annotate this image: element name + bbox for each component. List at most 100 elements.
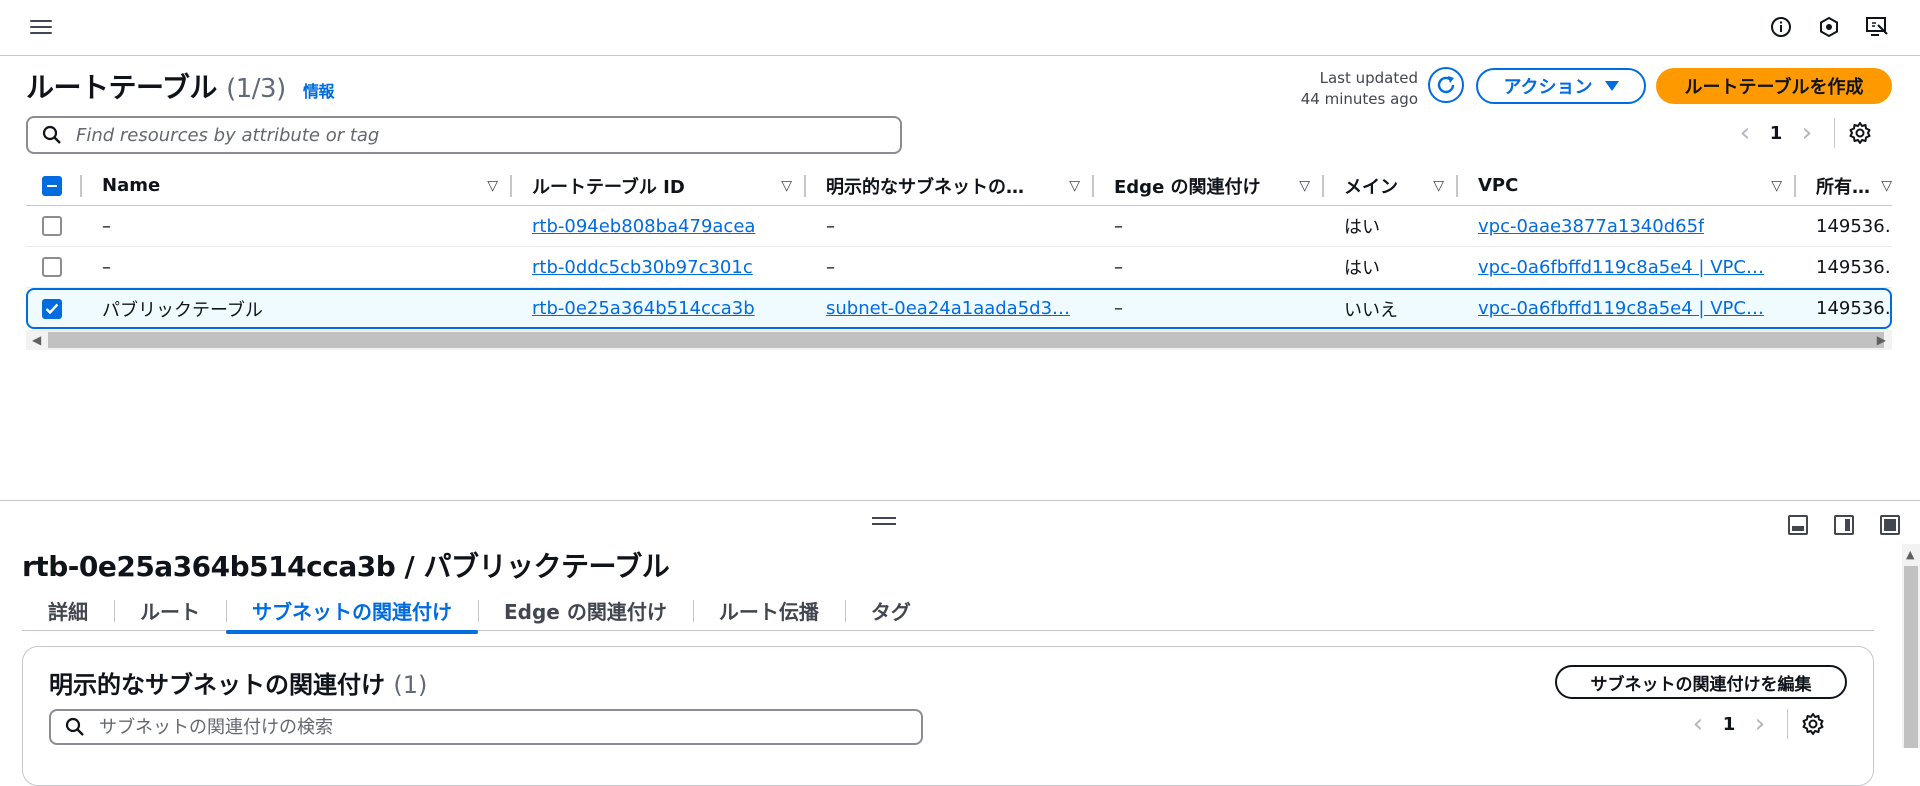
vpc-link[interactable]: vpc-0a6fbffd119c8a5e4 | VPC… [1478, 257, 1778, 278]
route-table-id-cell: rtb-094eb808ba479acea [508, 206, 798, 246]
tab-routes[interactable]: ルート [114, 589, 226, 631]
column-header-label: ルートテーブル ID [532, 176, 685, 198]
tab-subnet-associations[interactable]: サブネットの関連付け [226, 589, 478, 634]
row-checkbox[interactable] [42, 216, 62, 236]
column-header-explicit-subnet[interactable]: 明示的なサブネットの… ▽ [804, 166, 1094, 205]
edge-cell: – [1092, 290, 1316, 327]
sort-caret-icon: ▽ [1771, 177, 1782, 194]
route-table-id-link[interactable]: rtb-0e25a364b514cca3b [532, 298, 755, 319]
main-value: はい [1344, 217, 1380, 238]
route-tables-table: Name ▽ ルートテーブル ID ▽ 明示的なサブネットの… ▽ Edge の… [26, 166, 1892, 329]
column-header-label: 所有… [1816, 176, 1870, 198]
scroll-up-icon[interactable]: ▲ [1906, 548, 1914, 561]
vertical-scrollbar[interactable]: ▲ [1902, 544, 1920, 748]
previous-page-icon[interactable]: ‹ [1683, 709, 1713, 739]
name-cell: – [102, 256, 111, 278]
panel-side-icon[interactable] [1834, 515, 1854, 535]
refresh-icon [1437, 76, 1455, 94]
subnet-cell: subnet-0ea24a1aada5d3… [804, 290, 1086, 327]
subnet-value: – [826, 215, 835, 237]
panel-maximize-icon[interactable] [1880, 515, 1900, 535]
route-table-id-cell: rtb-0e25a364b514cca3b [508, 290, 798, 327]
row-checkbox-checked[interactable] [42, 298, 62, 319]
tab-edge-associations[interactable]: Edge の関連付け [478, 589, 693, 631]
scroll-right-icon[interactable]: ▶ [1877, 333, 1886, 347]
last-updated: Last updated 44 minutes ago [1296, 68, 1418, 110]
table-pagination: ‹ 1 › [1730, 118, 1873, 148]
menu-icon[interactable] [28, 16, 54, 40]
subnet-cell: – [804, 206, 1084, 246]
page-title: ルートテーブル (1/3) 情報 [26, 66, 334, 106]
next-page-icon[interactable]: › [1745, 709, 1775, 739]
sort-caret-icon: ▽ [1299, 177, 1310, 194]
main-cell: はい [1322, 206, 1450, 246]
detail-title: rtb-0e25a364b514cca3b / パブリックテーブル [22, 550, 670, 583]
owner-value: 149536… [1816, 298, 1890, 319]
row-select-cell [42, 247, 82, 287]
table-row[interactable]: – rtb-0ddc5cb30b97c301c – – はい vpc-0a6fb… [26, 247, 1892, 288]
column-header-name[interactable]: Name ▽ [102, 166, 512, 205]
horizontal-scrollbar-thumb[interactable] [48, 332, 1884, 348]
column-header-label: Edge の関連付け [1114, 176, 1261, 198]
row-select-cell [42, 206, 82, 246]
subnet-association-search-box [49, 709, 923, 745]
tab-route-propagation[interactable]: ルート伝播 [692, 589, 845, 631]
table-row[interactable]: – rtb-094eb808ba479acea – – はい vpc-0aae3… [26, 206, 1892, 247]
name-cell: – [102, 215, 111, 237]
table-preferences-gear-icon[interactable] [1847, 120, 1873, 146]
horizontal-scrollbar[interactable]: ◀ ▶ [26, 330, 1892, 350]
column-header-edge-association[interactable]: Edge の関連付け ▽ [1092, 166, 1324, 205]
refresh-button[interactable] [1428, 67, 1464, 103]
route-table-id-link[interactable]: rtb-094eb808ba479acea [532, 216, 755, 237]
column-header-main[interactable]: メイン ▽ [1322, 166, 1458, 205]
edit-subnet-associations-button[interactable]: サブネットの関連付けを編集 [1555, 665, 1847, 699]
info-icon[interactable] [1768, 14, 1794, 40]
last-updated-label: Last updated [1319, 69, 1418, 87]
actions-dropdown-button[interactable]: アクション [1476, 68, 1646, 104]
table-row-selected[interactable]: パブリックテーブル rtb-0e25a364b514cca3b subnet-0… [26, 288, 1892, 329]
tab-tags[interactable]: タグ [844, 589, 937, 631]
row-checkbox[interactable] [42, 257, 62, 277]
resize-handle-icon[interactable] [872, 517, 896, 529]
preferences-gear-icon[interactable] [1800, 711, 1826, 737]
column-header-label: 明示的なサブネットの… [826, 176, 1024, 198]
column-header-label: Name [102, 175, 161, 196]
next-page-icon[interactable]: › [1792, 118, 1822, 148]
current-page[interactable]: 1 [1713, 714, 1745, 735]
sort-caret-icon: ▽ [487, 177, 498, 194]
search-icon [65, 717, 84, 736]
edge-cell: – [1092, 247, 1316, 287]
panel-bottom-icon[interactable] [1788, 515, 1808, 535]
previous-page-icon[interactable]: ‹ [1730, 118, 1760, 148]
vertical-scrollbar-thumb[interactable] [1904, 566, 1918, 748]
resource-search-input[interactable] [74, 123, 900, 147]
route-table-id-link[interactable]: rtb-0ddc5cb30b97c301c [532, 257, 753, 278]
feedback-icon[interactable] [1864, 14, 1890, 40]
owner-value: 149536… [1816, 215, 1892, 237]
column-header-vpc[interactable]: VPC ▽ [1456, 166, 1796, 205]
edge-value: – [1114, 256, 1123, 278]
edge-value: – [1114, 215, 1123, 237]
subnet-pagination: ‹ 1 › [1683, 709, 1826, 739]
header-divider [80, 166, 82, 205]
subnet-associations-container: 明示的なサブネットの関連付け (1) サブネットの関連付けを編集 ‹ 1 › [22, 646, 1874, 786]
scroll-left-icon[interactable]: ◀ [32, 333, 41, 347]
tab-details[interactable]: 詳細 [22, 589, 114, 631]
subnet-cell: – [804, 247, 1084, 287]
section-title: 明示的なサブネットの関連付け (1) [49, 665, 427, 700]
create-route-table-button[interactable]: ルートテーブルを作成 [1656, 68, 1892, 104]
notifications-icon[interactable] [1816, 14, 1842, 40]
select-all-checkbox[interactable] [42, 175, 62, 196]
edge-cell: – [1092, 206, 1316, 246]
vpc-link[interactable]: vpc-0aae3877a1340d65f [1478, 216, 1704, 237]
info-link[interactable]: 情報 [303, 82, 335, 101]
subnet-association-search-input[interactable] [97, 715, 921, 739]
column-header-owner[interactable]: 所有… ▽ [1794, 166, 1892, 205]
column-header-route-table-id[interactable]: ルートテーブル ID ▽ [508, 166, 806, 205]
current-page[interactable]: 1 [1760, 123, 1792, 144]
vpc-link[interactable]: vpc-0a6fbffd119c8a5e4 | VPC… [1478, 298, 1778, 319]
edge-value: – [1114, 298, 1123, 319]
sort-caret-icon: ▽ [1433, 177, 1444, 194]
subnet-link[interactable]: subnet-0ea24a1aada5d3… [826, 298, 1070, 319]
main-value: いいえ [1344, 299, 1398, 321]
